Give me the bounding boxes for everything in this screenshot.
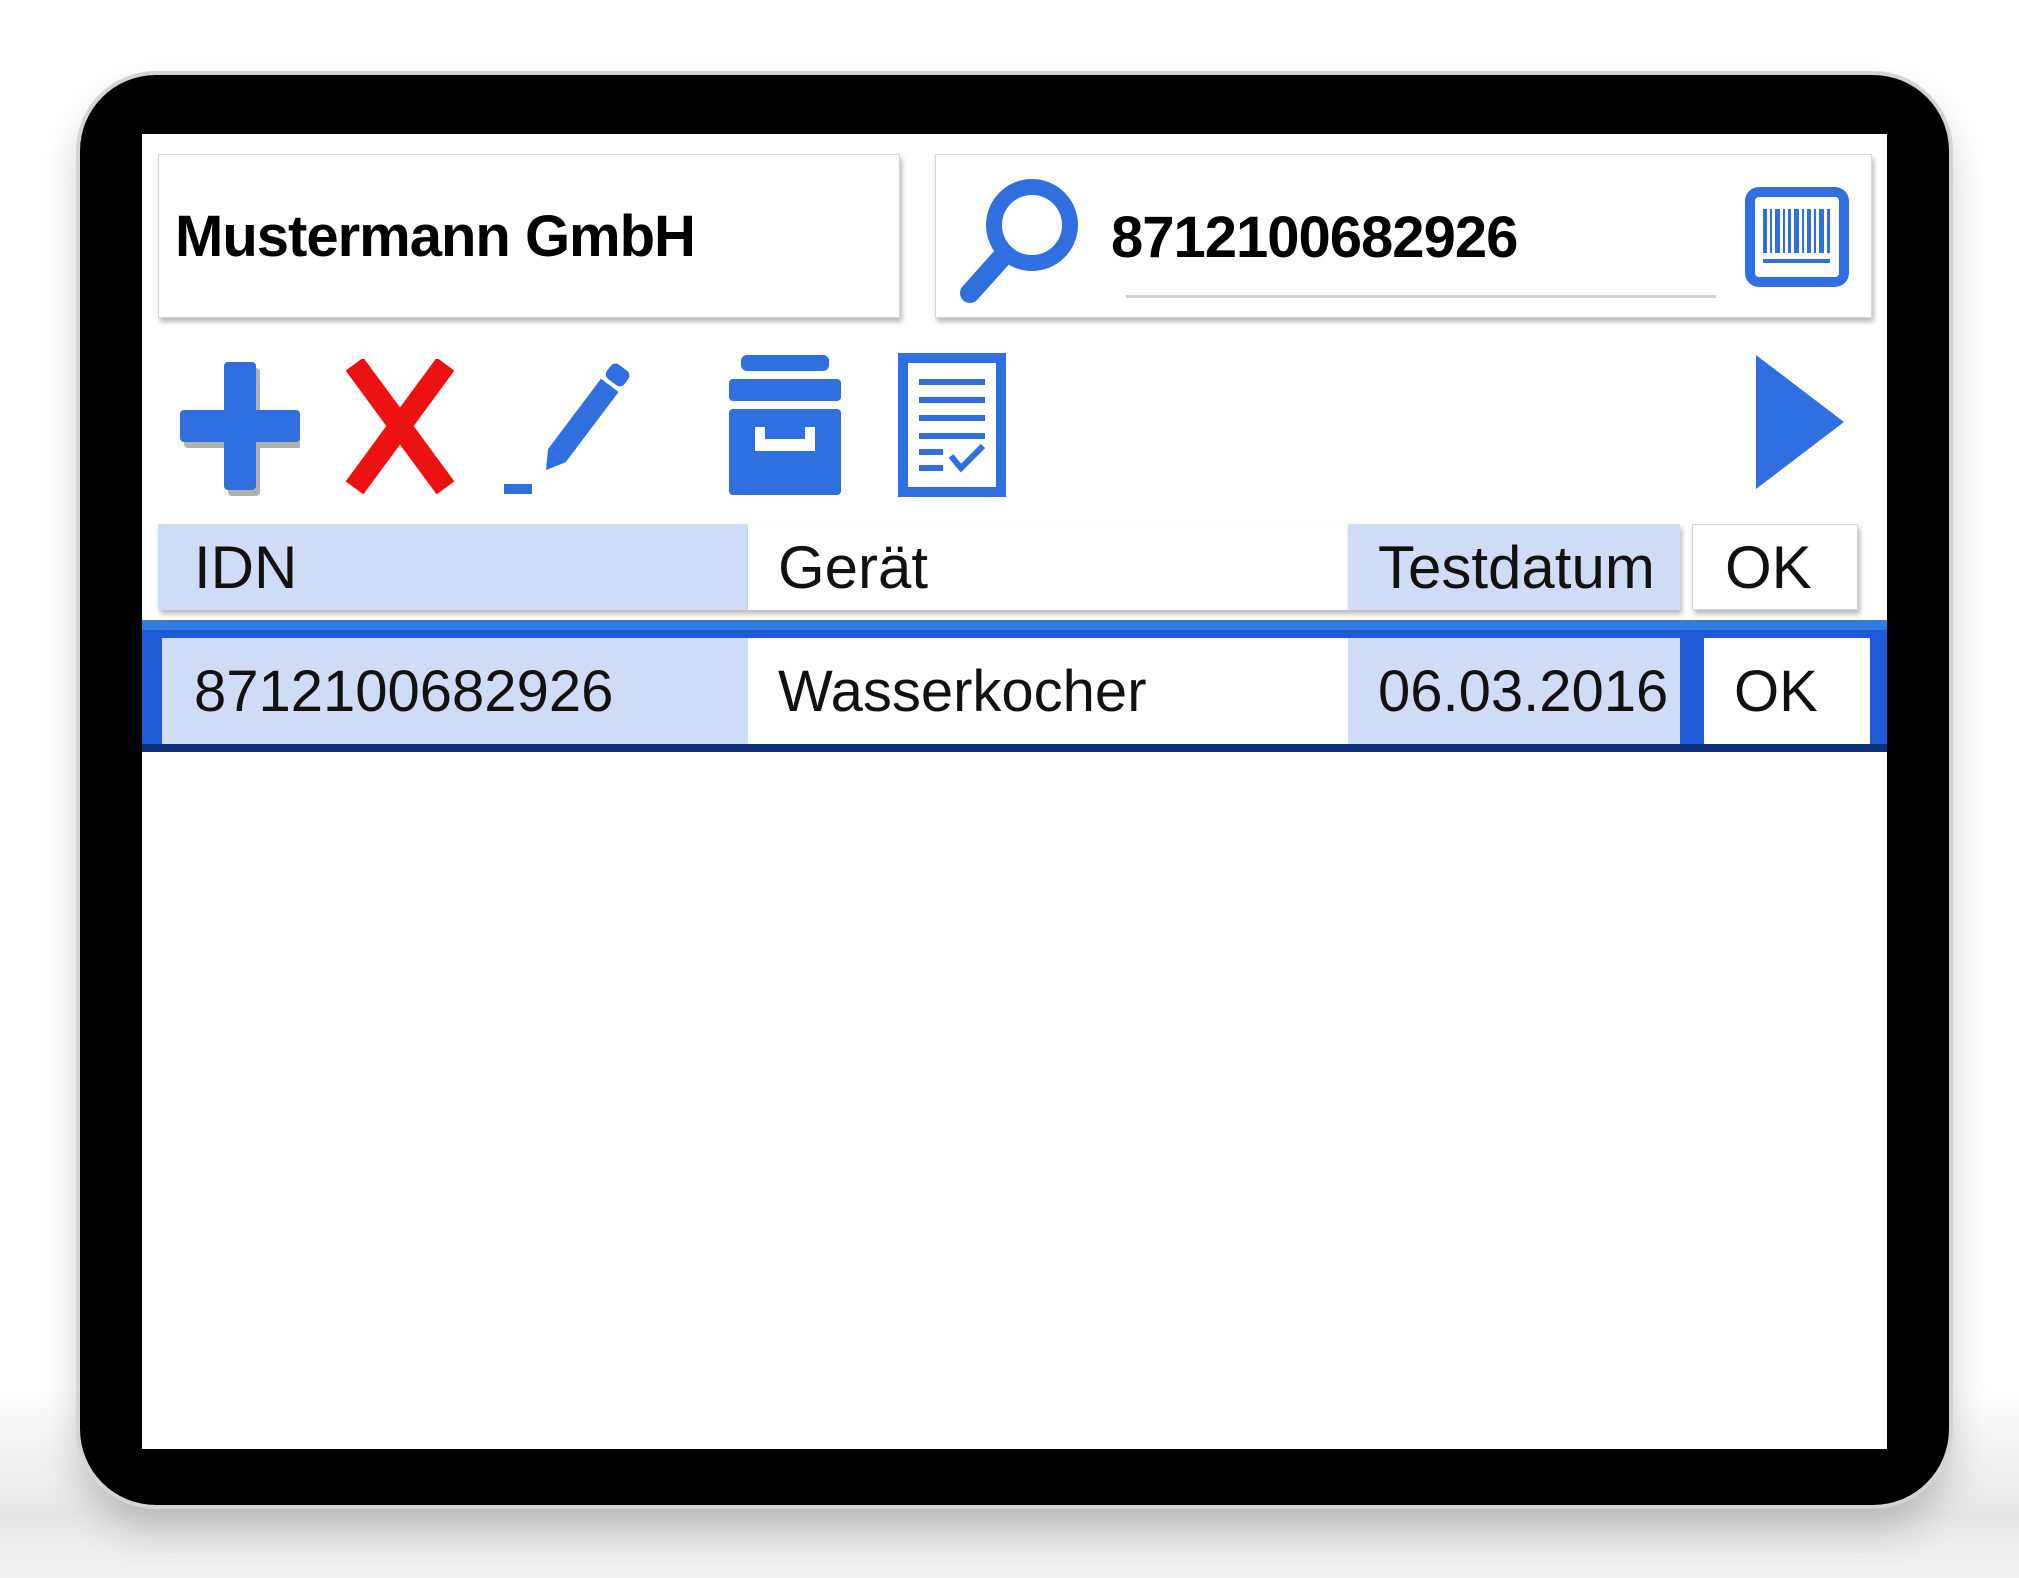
column-header-geraet[interactable]: Gerät xyxy=(748,524,1348,610)
selection-top-border xyxy=(142,620,1887,630)
cell-ok: OK xyxy=(1704,638,1870,744)
search-input[interactable] xyxy=(1111,200,1701,275)
column-header-idn[interactable]: IDN xyxy=(158,524,748,610)
archive-button[interactable] xyxy=(725,349,845,499)
search-icon[interactable] xyxy=(954,169,1084,309)
cell-geraet: Wasserkocher xyxy=(748,638,1348,744)
search-underline xyxy=(1126,295,1716,298)
search-bar xyxy=(935,154,1872,318)
app-screen: Mustermann GmbH 8712100682926 IDN Gerät … xyxy=(142,134,1887,1449)
company-field[interactable]: Mustermann GmbH xyxy=(158,154,900,318)
next-button[interactable] xyxy=(1744,347,1854,497)
column-header-ok[interactable]: OK xyxy=(1692,524,1858,610)
cell-testdatum: 06.03.2016 xyxy=(1348,638,1680,744)
column-header-testdatum[interactable]: Testdatum xyxy=(1348,524,1680,610)
add-button[interactable] xyxy=(180,354,300,499)
edit-button[interactable] xyxy=(504,352,634,497)
company-name: Mustermann GmbH xyxy=(175,203,696,269)
selection-bottom-border xyxy=(142,744,1887,752)
table-header: IDN Gerät Testdatum OK xyxy=(158,524,1870,610)
barcode-scan-icon[interactable] xyxy=(1741,183,1853,291)
delete-button[interactable] xyxy=(345,359,455,494)
report-button[interactable] xyxy=(897,352,1007,497)
cell-idn: 8712100682926 xyxy=(162,638,748,744)
table-row[interactable]: 8712100682926 Wasserkocher 06.03.2016 OK xyxy=(142,620,1887,752)
